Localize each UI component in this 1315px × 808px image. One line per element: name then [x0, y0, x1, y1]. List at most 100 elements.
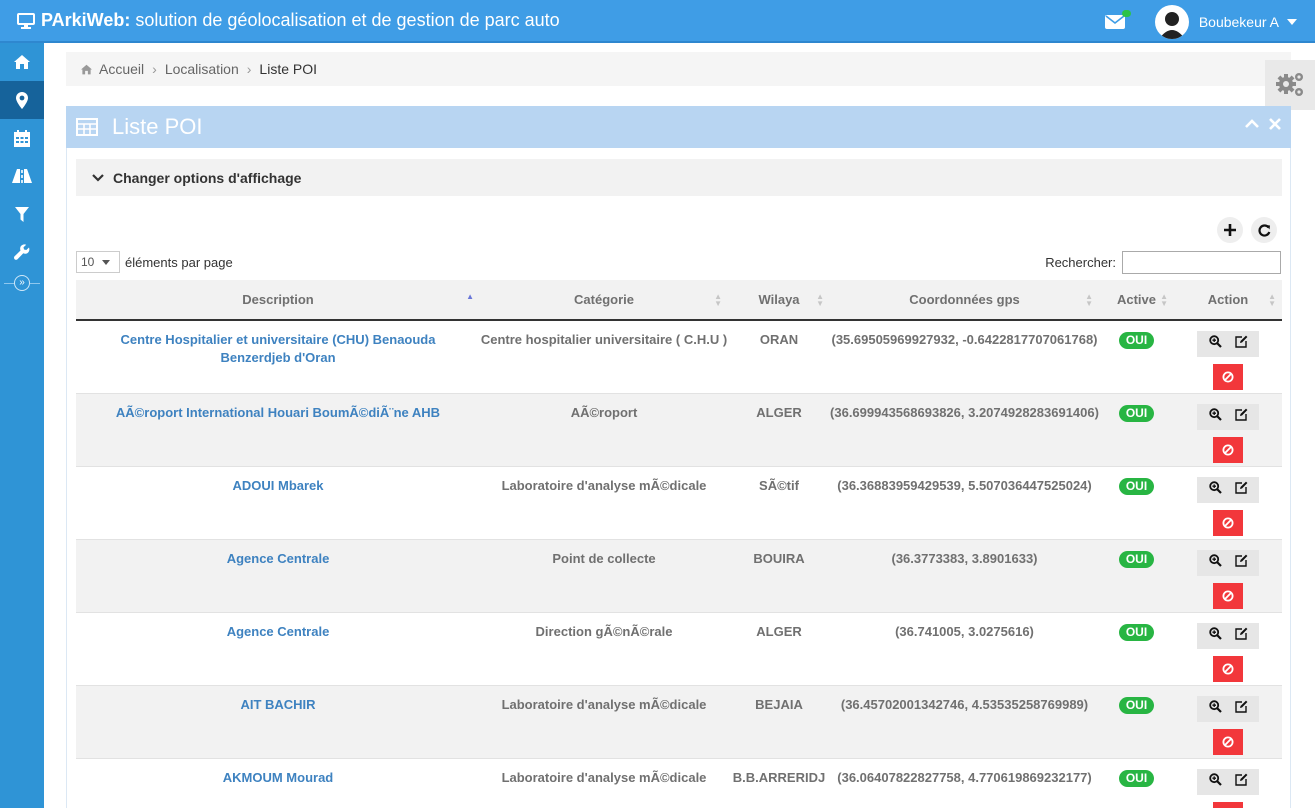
- settings-button[interactable]: [1265, 60, 1315, 110]
- poi-description-link[interactable]: ADOUI Mbarek: [76, 466, 480, 539]
- edit-button[interactable]: [1234, 335, 1248, 353]
- poi-wilaya: ALGER: [756, 623, 802, 639]
- poi-active-cell: OUI: [1099, 685, 1174, 758]
- col-header-description[interactable]: Description ▲: [76, 280, 480, 321]
- widget-body: Changer options d'affichage 10 éléments …: [66, 148, 1291, 808]
- table-row: AIT BACHIR Laboratoire d'analyse mÃ©dical…: [76, 685, 1282, 758]
- poi-wilaya: SÃ©tif: [759, 477, 799, 493]
- poi-active-cell: OUI: [1099, 612, 1174, 685]
- edit-icon: [1234, 481, 1247, 494]
- poi-description-link[interactable]: AIT BACHIR: [76, 685, 480, 758]
- zoom-in-icon: [1208, 626, 1222, 640]
- edit-button[interactable]: [1234, 773, 1248, 791]
- poi-actions: [1174, 612, 1282, 685]
- gears-icon: [1276, 73, 1303, 96]
- status-badge: OUI: [1118, 769, 1155, 787]
- widget-title: Liste POI: [112, 114, 203, 139]
- breadcrumb-accueil[interactable]: Accueil: [99, 61, 144, 77]
- poi-wilaya: B.B.ARRERIDJ: [732, 769, 826, 785]
- envelope-icon: [1104, 14, 1125, 29]
- breadcrumb: Accueil › Localisation › Liste POI: [66, 52, 1291, 86]
- col-header-categorie[interactable]: Catégorie ▲ ▼: [480, 280, 728, 321]
- view-button[interactable]: [1208, 772, 1222, 791]
- delete-button[interactable]: [1213, 801, 1243, 808]
- col-header-wilaya[interactable]: Wilaya ▲ ▼: [728, 280, 830, 321]
- poi-active-cell: OUI: [1099, 320, 1174, 393]
- edit-button[interactable]: [1234, 700, 1248, 718]
- col-header-coordonnees[interactable]: Coordonnées gps ▲ ▼: [830, 280, 1099, 321]
- refresh-icon: [1257, 223, 1270, 237]
- breadcrumb-localisation[interactable]: Localisation: [165, 61, 239, 77]
- view-button[interactable]: [1208, 626, 1222, 645]
- ban-icon: [1222, 736, 1234, 747]
- delete-button[interactable]: [1213, 436, 1243, 463]
- messages-button[interactable]: [1104, 9, 1131, 29]
- chevron-down-icon: [102, 259, 111, 265]
- edit-icon: [1234, 335, 1247, 348]
- delete-button[interactable]: [1213, 364, 1243, 390]
- sidebar-collapse-toggle[interactable]: »: [0, 271, 44, 295]
- close-icon[interactable]: [1269, 118, 1281, 130]
- view-button[interactable]: [1208, 699, 1222, 718]
- sidebar-item-road[interactable]: [0, 157, 44, 195]
- edit-icon: [1234, 773, 1247, 786]
- view-button[interactable]: [1208, 407, 1222, 426]
- sidebar: »: [0, 43, 44, 808]
- table-row: Centre Hospitalier et universitaire (CHU…: [76, 320, 1282, 393]
- poi-active-cell: OUI: [1099, 466, 1174, 539]
- edit-button[interactable]: [1234, 481, 1248, 499]
- search-control: Rechercher:: [1045, 251, 1281, 274]
- refresh-button[interactable]: [1251, 217, 1277, 243]
- zoom-in-icon: [1208, 480, 1222, 494]
- poi-description-link[interactable]: Agence Centrale: [76, 539, 480, 612]
- display-options-label: Changer options d'affichage: [113, 169, 302, 186]
- poi-description-link[interactable]: Centre Hospitalier et universitaire (CHU…: [76, 320, 480, 393]
- user-menu[interactable]: Boubekeur A: [1154, 4, 1315, 39]
- delete-button[interactable]: [1213, 655, 1243, 682]
- sidebar-item-calendar[interactable]: [0, 119, 44, 157]
- chevron-down-icon: [92, 173, 104, 182]
- delete-button[interactable]: [1213, 582, 1243, 609]
- poi-description-link[interactable]: AKMOUM Mourad: [76, 758, 480, 808]
- edit-button[interactable]: [1234, 554, 1248, 572]
- sidebar-item-localisation[interactable]: [0, 81, 44, 119]
- chevron-right-icon: ›: [152, 61, 157, 77]
- edit-icon: [1234, 627, 1247, 640]
- zoom-in-icon: [1208, 407, 1222, 421]
- zoom-in-icon: [1208, 699, 1222, 713]
- road-icon: [12, 169, 32, 183]
- edit-icon: [1234, 700, 1247, 713]
- delete-button[interactable]: [1213, 509, 1243, 536]
- widget-header: Liste POI: [66, 106, 1291, 148]
- poi-description-link[interactable]: Agence Centrale: [76, 612, 480, 685]
- add-button[interactable]: [1217, 217, 1243, 243]
- sidebar-item-tools[interactable]: [0, 233, 44, 271]
- col-header-action[interactable]: Action ▲ ▼: [1174, 280, 1282, 321]
- chevron-right-icon: ›: [246, 61, 252, 77]
- avatar: [1154, 4, 1189, 39]
- brand[interactable]: PArkiWeb: solution de géolocalisation et…: [0, 10, 560, 31]
- calendar-icon: [14, 129, 30, 147]
- double-chevron-right-icon: »: [14, 275, 30, 291]
- poi-gps: (36.741005, 3.0275616): [895, 623, 1034, 639]
- sidebar-item-home[interactable]: [0, 43, 44, 81]
- table-row: ADOUI Mbarek Laboratoire d'analyse mÃ©dic…: [76, 466, 1282, 539]
- view-button[interactable]: [1208, 335, 1222, 353]
- col-header-active[interactable]: Active ▲ ▼: [1099, 280, 1174, 321]
- page-size-select[interactable]: 10: [76, 251, 120, 273]
- edit-button[interactable]: [1234, 408, 1248, 426]
- sidebar-item-filter[interactable]: [0, 195, 44, 233]
- view-button[interactable]: [1208, 480, 1222, 499]
- view-button[interactable]: [1208, 553, 1222, 572]
- poi-wilaya: BOUIRA: [753, 550, 805, 566]
- ban-icon: [1222, 517, 1234, 528]
- edit-button[interactable]: [1234, 627, 1248, 645]
- display-options-toggle[interactable]: Changer options d'affichage: [76, 159, 1282, 196]
- poi-active-cell: OUI: [1099, 393, 1174, 466]
- collapse-up-icon[interactable]: [1245, 118, 1259, 128]
- delete-button[interactable]: [1213, 728, 1243, 755]
- search-input[interactable]: [1122, 251, 1281, 274]
- status-badge: OUI: [1118, 623, 1155, 641]
- status-badge: OUI: [1118, 550, 1155, 568]
- poi-description-link[interactable]: AÃ©roport International Houari BoumÃ©diÃ…: [76, 393, 480, 466]
